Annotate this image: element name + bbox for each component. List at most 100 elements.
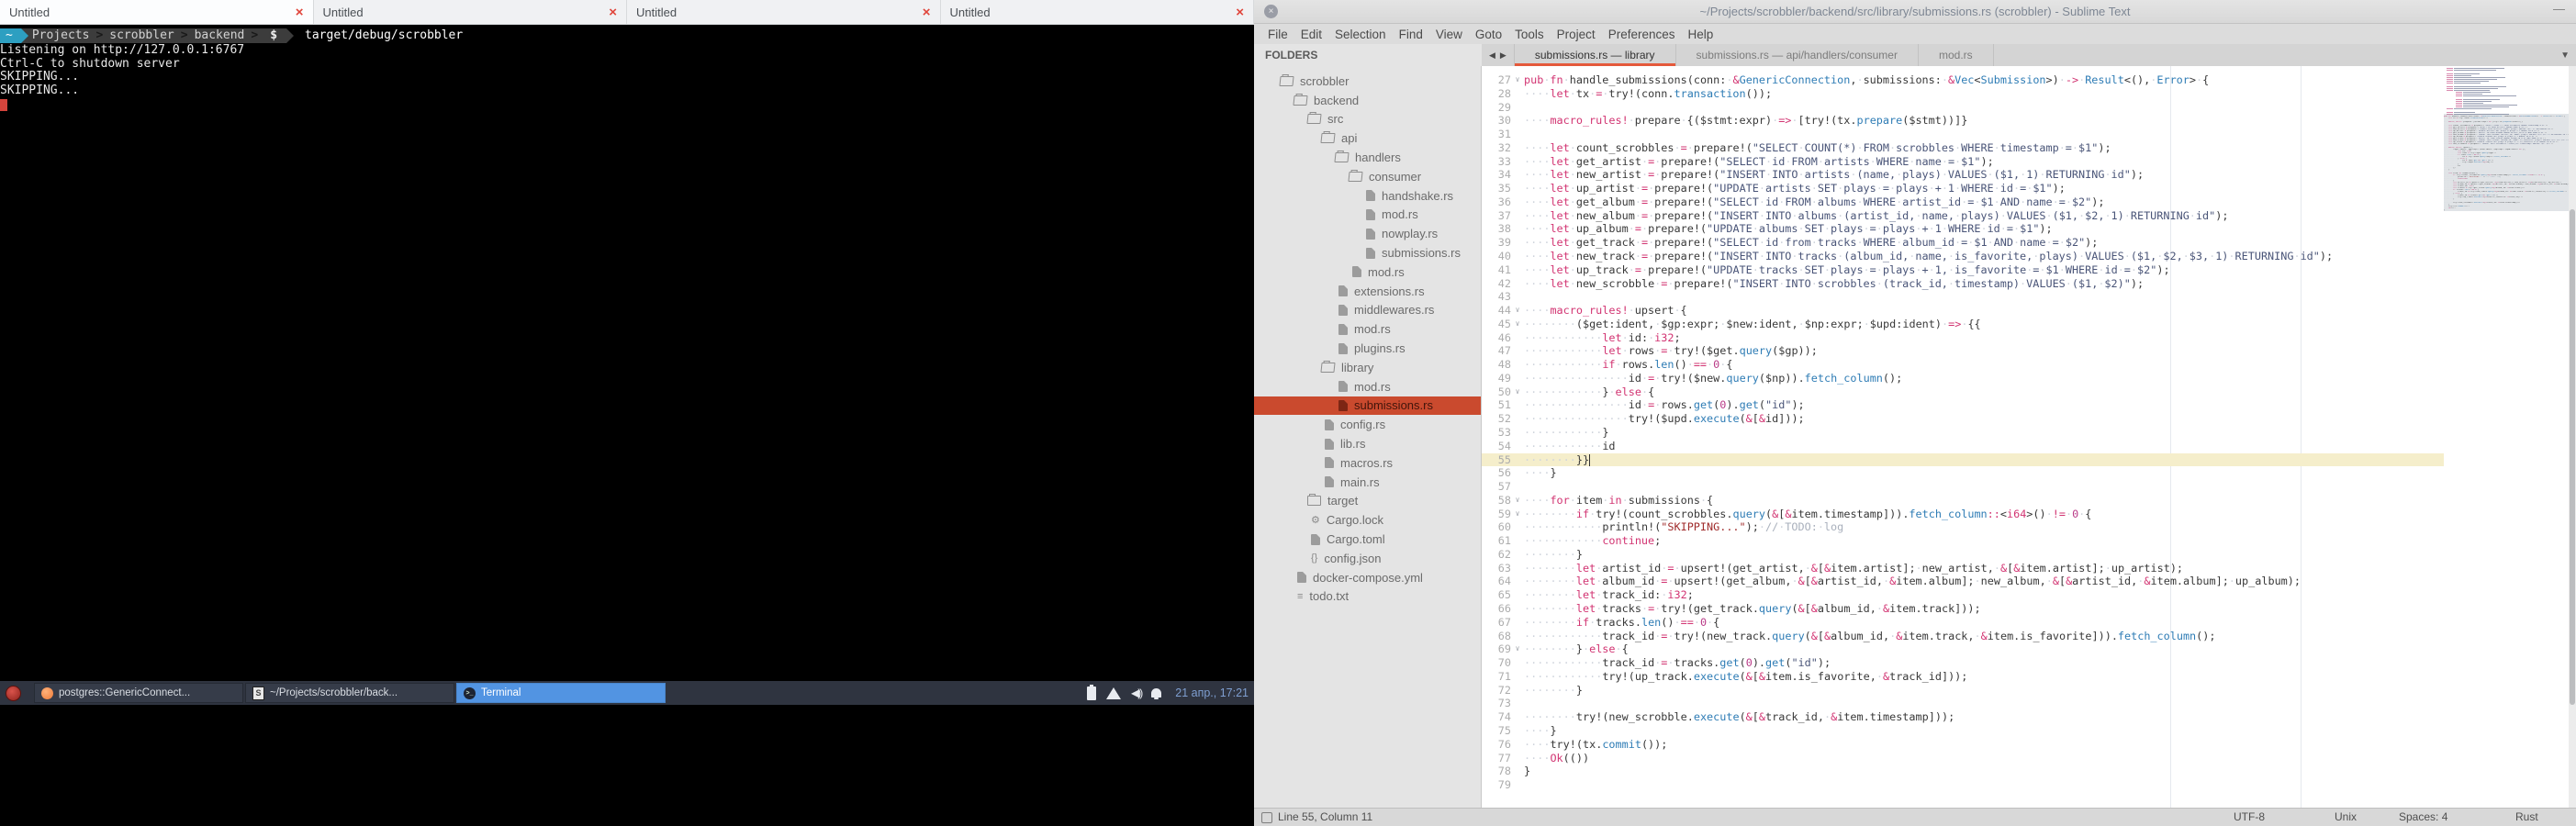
code-line[interactable]: 67········if·tracks.len()·==·0·{	[1482, 616, 2444, 630]
sidebar-item-submissions-rs[interactable]: submissions.rs	[1254, 396, 1481, 416]
menu-item-find[interactable]: Find	[1393, 28, 1429, 41]
code-line[interactable]: 56····}	[1482, 466, 2444, 480]
nav-forward-icon[interactable]: ▶	[1500, 50, 1506, 61]
fold-arrow-icon[interactable]	[1511, 128, 1524, 141]
fold-arrow-icon[interactable]	[1511, 398, 1524, 412]
fold-arrow-icon[interactable]	[1511, 141, 1524, 155]
fold-arrow-icon[interactable]	[1511, 277, 1524, 291]
taskbar-window-button[interactable]: S~/Projects/scrobbler/back...	[245, 683, 454, 703]
tab-close-icon[interactable]: ×	[923, 6, 931, 19]
fold-arrow-icon[interactable]	[1511, 548, 1524, 562]
fold-arrow-icon[interactable]: ∨	[1511, 318, 1524, 331]
code-line[interactable]: 61············continue;	[1482, 534, 2444, 548]
sidebar-item-backend[interactable]: backend	[1254, 91, 1481, 110]
code-line[interactable]: 49················id·=·try!($new.query($…	[1482, 372, 2444, 385]
fold-arrow-icon[interactable]	[1511, 331, 1524, 345]
fold-arrow-icon[interactable]	[1511, 195, 1524, 209]
tab-overflow-icon[interactable]: ▼	[2560, 44, 2576, 66]
sidebar-item-config-rs[interactable]: config.rs	[1254, 415, 1481, 434]
fold-arrow-icon[interactable]	[1511, 290, 1524, 304]
fold-arrow-icon[interactable]	[1511, 684, 1524, 698]
code-line[interactable]: 72········}	[1482, 684, 2444, 698]
terminal-tab[interactable]: Untitled×	[0, 0, 314, 24]
code-line[interactable]: 77····Ok(())	[1482, 752, 2444, 765]
code-line[interactable]: 65········let·track_id:·i32;	[1482, 588, 2444, 602]
sidebar-item-handlers[interactable]: handlers	[1254, 148, 1481, 167]
network-icon[interactable]	[1106, 687, 1121, 699]
minimap-viewport[interactable]	[2444, 114, 2569, 211]
code-line[interactable]: 27∨pub·fn·handle_submissions(conn:·&Gene…	[1482, 73, 2444, 87]
sidebar-item-scrobbler[interactable]: scrobbler	[1254, 72, 1481, 91]
code-line[interactable]: 41····let·up_track·=·prepare!("UPDATE·tr…	[1482, 263, 2444, 277]
sidebar-item-cargo-lock[interactable]: ⚙Cargo.lock	[1254, 510, 1481, 530]
status-rust[interactable]: Rust	[2515, 809, 2538, 826]
code-line[interactable]: 42····let·new_scrobble·=·prepare!("INSER…	[1482, 277, 2444, 291]
fold-arrow-icon[interactable]	[1511, 358, 1524, 372]
fold-arrow-icon[interactable]: ∨	[1511, 494, 1524, 508]
sidebar-item-mod-rs[interactable]: mod.rs	[1254, 319, 1481, 339]
minimap[interactable]: pub·fn·handle_submissions(conn:·&Generic…	[2444, 66, 2569, 809]
menu-item-preferences[interactable]: Preferences	[1602, 28, 1682, 41]
fold-arrow-icon[interactable]	[1511, 222, 1524, 236]
code-line[interactable]: 30····macro_rules!·prepare·{($stmt:expr)…	[1482, 114, 2444, 128]
sidebar-item-handshake-rs[interactable]: handshake.rs	[1254, 186, 1481, 206]
fold-arrow-icon[interactable]	[1511, 765, 1524, 778]
fold-arrow-icon[interactable]	[1511, 738, 1524, 752]
sidebar-item-config-json[interactable]: {}config.json	[1254, 549, 1481, 568]
fold-arrow-icon[interactable]	[1511, 87, 1524, 101]
sidebar-item-cargo-toml[interactable]: Cargo.toml	[1254, 530, 1481, 549]
fold-arrow-icon[interactable]	[1511, 778, 1524, 792]
sidebar-item-api[interactable]: api	[1254, 128, 1481, 148]
editor-tab[interactable]: mod.rs	[1919, 44, 1994, 66]
fold-arrow-icon[interactable]	[1511, 440, 1524, 453]
code-line[interactable]: 28····let·tx·=·try!(conn.transaction());	[1482, 87, 2444, 101]
status-spaces-4[interactable]: Spaces: 4	[2399, 809, 2447, 826]
menu-item-view[interactable]: View	[1429, 28, 1469, 41]
code-line[interactable]: 32····let·count_scrobbles·=·prepare!("SE…	[1482, 141, 2444, 155]
code-line[interactable]: 69∨········}·else·{	[1482, 642, 2444, 656]
fold-arrow-icon[interactable]	[1511, 182, 1524, 195]
terminal-screen[interactable]: ~ Projects>scrobbler>backend>$ target/de…	[0, 25, 1254, 681]
menu-item-goto[interactable]: Goto	[1469, 28, 1508, 41]
code-line[interactable]: 59∨········if·try!(count_scrobbles.query…	[1482, 508, 2444, 521]
code-line[interactable]: 73	[1482, 697, 2444, 710]
terminal-tab[interactable]: Untitled×	[941, 0, 1255, 24]
code-line[interactable]: 31	[1482, 128, 2444, 141]
fold-arrow-icon[interactable]: ∨	[1511, 304, 1524, 318]
fold-arrow-icon[interactable]	[1511, 466, 1524, 480]
code-line[interactable]: 78}	[1482, 765, 2444, 778]
code-line[interactable]: 47············let·rows·=·try!($get.query…	[1482, 344, 2444, 358]
sidebar-item-macros-rs[interactable]: macros.rs	[1254, 453, 1481, 473]
code-line[interactable]: 57	[1482, 480, 2444, 494]
app-launcher-icon[interactable]	[6, 686, 21, 701]
code-line[interactable]: 75····}	[1482, 724, 2444, 738]
sidebar-item-src[interactable]: src	[1254, 110, 1481, 129]
sidebar-item-library[interactable]: library	[1254, 358, 1481, 377]
scrollbar-track[interactable]	[2569, 66, 2576, 808]
taskbar-window-button[interactable]: postgres::GenericConnect...	[34, 683, 243, 703]
code-line[interactable]: 52················try!($upd.execute(&[&i…	[1482, 412, 2444, 426]
code-line[interactable]: 71············try!(up_track.execute(&[&i…	[1482, 670, 2444, 684]
fold-arrow-icon[interactable]	[1511, 426, 1524, 440]
fold-arrow-icon[interactable]	[1511, 168, 1524, 182]
editor-tab[interactable]: submissions.rs — api/handlers/consumer	[1676, 44, 1919, 66]
code-line[interactable]: 38····let·up_album·=·prepare!("UPDATE·al…	[1482, 222, 2444, 236]
sidebar-item-plugins-rs[interactable]: plugins.rs	[1254, 339, 1481, 358]
code-line[interactable]: 46············let·id:·i32;	[1482, 331, 2444, 345]
menu-item-help[interactable]: Help	[1682, 28, 1720, 41]
fold-arrow-icon[interactable]	[1511, 656, 1524, 670]
fold-arrow-icon[interactable]	[1511, 534, 1524, 548]
code-line[interactable]: 66········let·tracks·=·try!(get_track.qu…	[1482, 602, 2444, 616]
fold-arrow-icon[interactable]	[1511, 114, 1524, 128]
code-line[interactable]: 68············track_id·=·try!(new_track.…	[1482, 630, 2444, 643]
code-line[interactable]: 58∨····for·item·in·submissions·{	[1482, 494, 2444, 508]
code-line[interactable]: 62········}	[1482, 548, 2444, 562]
terminal-tab[interactable]: Untitled×	[314, 0, 628, 24]
code-line[interactable]: 37····let·new_album·=·prepare!("INSERT·I…	[1482, 209, 2444, 223]
fold-arrow-icon[interactable]	[1511, 101, 1524, 115]
fold-arrow-icon[interactable]	[1511, 520, 1524, 534]
fold-arrow-icon[interactable]	[1511, 209, 1524, 223]
code-line[interactable]: 33····let·get_artist·=·prepare!("SELECT·…	[1482, 155, 2444, 169]
code-line[interactable]: 34····let·new_artist·=·prepare!("INSERT·…	[1482, 168, 2444, 182]
fold-arrow-icon[interactable]	[1511, 710, 1524, 724]
